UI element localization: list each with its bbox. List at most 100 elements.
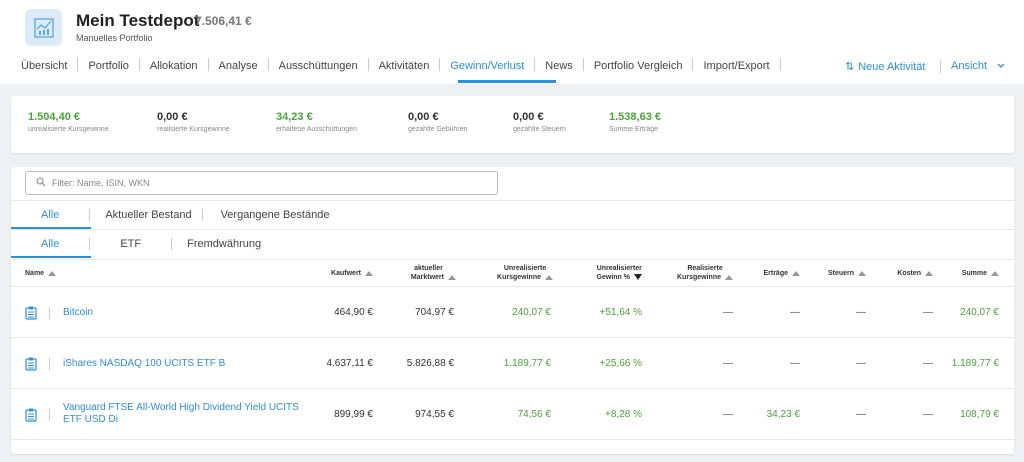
portfolio-value: 7.506,41 € [195,14,252,28]
active-tab-indicator [458,80,556,83]
tab-all-types[interactable]: Alle [11,238,89,250]
tab-portfolio-vergleich[interactable]: Portfolio Vergleich [582,58,693,72]
stat-realized: 0,00 € realisierte Kursgewinne [157,111,230,133]
sort-asc-icon [545,274,553,280]
cell-marktwert: 704,97 € [415,307,454,318]
filter-field[interactable] [25,171,498,195]
cell-realized: — [723,409,733,420]
divider [49,358,50,370]
stat-value: 1.538,63 € [609,111,661,123]
tab-portfolio[interactable]: Portfolio [77,58,138,72]
col-summe[interactable]: Summe [962,269,999,278]
tab-ausschuettungen[interactable]: Ausschüttungen [267,58,368,72]
search-input[interactable] [52,178,472,188]
stat-value: 0,00 € [408,111,439,123]
stat-label: gezahlte Gebühren [408,126,468,133]
new-activity-button[interactable]: ⇅ Neue Aktivität [845,60,926,74]
cell-marktwert: 974,55 € [415,409,454,420]
stat-taxes: 0,00 € gezahlte Steuern [513,111,566,133]
clipboard-icon[interactable] [25,306,37,320]
nav-divider [779,58,781,71]
stat-label: Summe Erträge [609,126,659,133]
table-row[interactable]: iShares NASDAQ 100 UCITS ETF B 4.637,11 … [11,338,1014,389]
page-title: Mein Testdepot [76,11,200,30]
stat-label: realisierte Kursgewinne [157,126,230,133]
clipboard-icon[interactable] [25,408,37,422]
tab-news[interactable]: News [534,58,583,72]
cell-kaufwert: 899,99 € [334,409,373,420]
cell-ertraege: — [790,358,800,369]
chevron-down-icon [997,60,1005,72]
tab-uebersicht[interactable]: Übersicht [12,58,77,72]
position-name-link[interactable]: Bitcoin [63,307,93,319]
col-name[interactable]: Name [25,269,57,278]
portfolio-header: Mein Testdepot 7.506,41 € Manuelles Port… [0,0,1024,84]
positions-card: Alle Aktueller Bestand Vergangene Bestän… [11,167,1014,454]
tab-aktivitaeten[interactable]: Aktivitäten [367,58,440,72]
nav-divider [940,60,941,73]
new-activity-label: Neue Aktivität [858,60,926,73]
tab-past-holdings[interactable]: Vergangene Bestände [201,209,340,221]
position-name-link[interactable]: Vanguard FTSE All-World High Dividend Yi… [63,402,313,426]
col-ertraege[interactable]: Erträge [763,269,800,278]
asset-type-tabs: Alle ETF Fremdwährung [11,229,1014,258]
cell-summe: 240,07 € [960,307,999,318]
stat-value: 0,00 € [157,111,188,123]
cell-realized: — [723,307,733,318]
stat-fees: 0,00 € gezahlte Gebühren [408,111,468,133]
cell-steuern: — [856,409,866,420]
swap-icon: ⇅ [845,61,855,73]
sort-asc-icon [365,270,373,276]
position-name-link[interactable]: iShares NASDAQ 100 UCITS ETF B [63,358,225,370]
table-row[interactable]: Vanguard FTSE All-World High Dividend Yi… [11,389,1014,440]
col-kaufwert[interactable]: Kaufwert [331,269,373,278]
cell-unrealized: 1.189,77 € [503,358,551,369]
stat-value: 34,23 € [276,111,313,123]
sort-desc-icon [634,274,642,281]
view-dropdown[interactable]: Ansicht [951,60,1005,72]
cell-unrealized-pct: +25,66 % [599,358,642,369]
sort-asc-icon [792,270,800,276]
cell-unrealized-pct: +51,64 % [599,307,642,318]
cell-unrealized: 74,56 € [517,409,551,420]
tab-analyse[interactable]: Analyse [207,58,268,72]
search-icon [36,174,46,192]
cell-ertraege: — [790,307,800,318]
tab-gewinn-verlust[interactable]: Gewinn/Verlust [439,58,534,72]
portfolio-subtitle: Manuelles Portfolio [76,33,153,43]
main-nav: Übersicht Portfolio Allokation Analyse A… [12,58,781,84]
cell-summe: 1.189,77 € [951,358,999,369]
col-kosten[interactable]: Kosten [897,269,933,278]
cell-unrealized-pct: +8,28 % [605,409,642,420]
tab-all-holdings[interactable]: Alle [11,209,89,221]
col-unrealized[interactable]: Unrealisierte Kursgewinne [497,264,553,282]
tab-foreign-currency[interactable]: Fremdwährung [171,238,271,250]
col-realized[interactable]: Realisierte Kursgewinne [677,264,733,282]
chart-icon [25,9,62,46]
stat-label: erhaltene Ausschüttungen [276,126,357,133]
col-steuern[interactable]: Steuern [828,269,866,278]
active-tab-indicator [11,256,91,258]
tab-etf[interactable]: ETF [89,238,171,250]
cell-kosten: — [923,409,933,420]
divider [49,409,50,421]
tab-current-holdings[interactable]: Aktueller Bestand [89,209,201,221]
table-header: Name Kaufwert aktueller Marktwert Unreal… [11,259,1014,287]
holding-filter-tabs: Alle Aktueller Bestand Vergangene Bestän… [11,200,1014,229]
cell-kaufwert: 464,90 € [334,307,373,318]
sort-asc-icon [991,270,999,276]
sort-asc-icon [48,270,57,276]
table-row[interactable]: Bitcoin 464,90 € 704,97 € 240,07 € +51,6… [11,287,1014,338]
cell-marktwert: 5.826,88 € [406,358,454,369]
stat-value: 0,00 € [513,111,544,123]
sort-asc-icon [925,270,933,276]
cell-unrealized: 240,07 € [512,307,551,318]
col-marktwert[interactable]: aktueller Marktwert [411,264,456,282]
col-unrealized-pct[interactable]: Unrealisierter Gewinn % [597,264,642,282]
tab-allokation[interactable]: Allokation [138,58,208,72]
sort-asc-icon [448,274,456,280]
stat-label: unrealisierte Kursgewinne [28,126,109,133]
clipboard-icon[interactable] [25,357,37,371]
divider [49,307,50,319]
tab-import-export[interactable]: Import/Export [692,58,779,72]
